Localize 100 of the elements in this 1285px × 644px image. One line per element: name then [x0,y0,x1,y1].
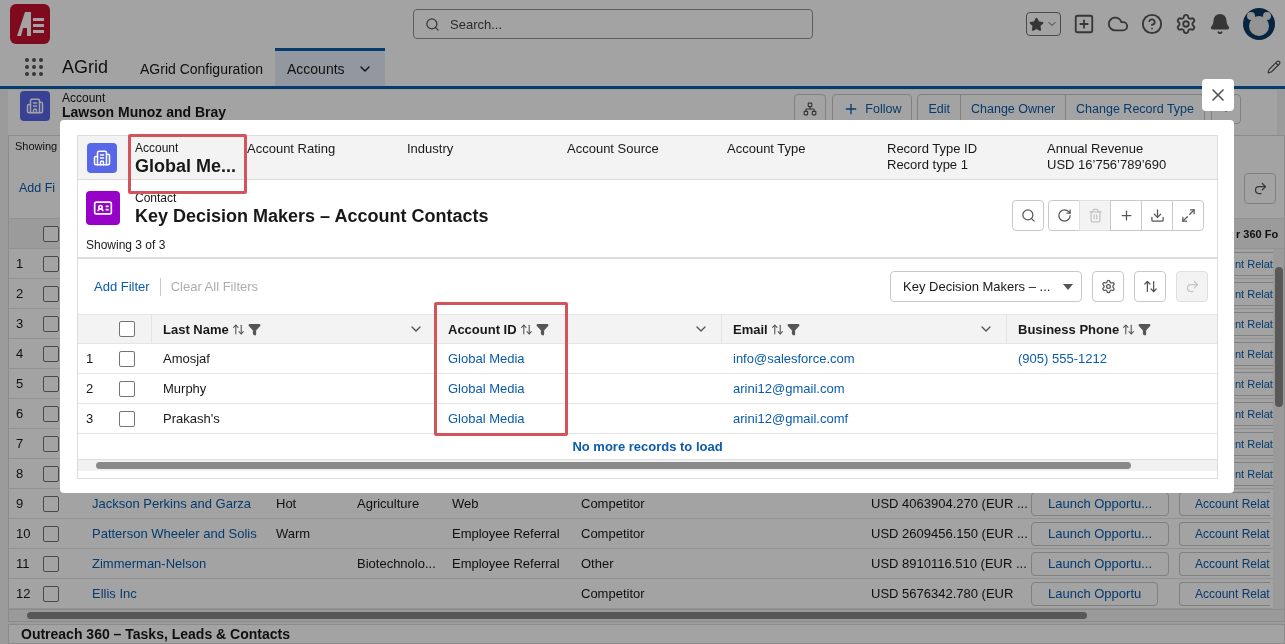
add-icon[interactable] [1073,13,1095,35]
row-action-button[interactable]: nt Relat [1234,281,1274,306]
edit-icon[interactable] [1267,60,1281,74]
row-action-button[interactable]: nt Relat [1234,341,1274,366]
filter-icon[interactable] [247,322,261,336]
table-cell-text: Prakash's [162,411,221,426]
settings-button[interactable] [1092,271,1124,302]
checkbox[interactable] [43,585,59,602]
row-action-button[interactable]: nt Relat [1234,311,1274,336]
record-count: Showing 3 of 3 [86,237,167,254]
checkbox[interactable] [43,405,59,422]
add-filter-link[interactable]: Add Fi [19,181,56,195]
filter-icon[interactable] [786,322,800,336]
filter-icon[interactable] [1138,322,1152,336]
checkbox[interactable] [43,285,59,302]
record-count: Showing [15,140,58,152]
nav-tab[interactable]: Accounts [274,48,385,86]
plus-icon [1118,207,1134,223]
checkbox[interactable] [43,255,59,272]
help-icon[interactable] [1141,13,1163,35]
cell-link[interactable]: (905) 555-1212 [1006,351,1217,366]
column-header[interactable]: Email [721,315,1006,343]
launch-button[interactable]: Launch Opportu [1031,581,1159,606]
caret-icon [1063,283,1073,290]
row-action-button[interactable]: nt Relat [1234,251,1274,276]
search-field[interactable]: Search... [413,9,813,39]
checkbox[interactable] [119,321,135,337]
checkbox[interactable] [43,345,59,362]
row-action-button[interactable]: Account Relat [1179,551,1270,576]
cell-link[interactable]: info@salesforce.com [721,351,1006,366]
filter-icon[interactable] [535,322,549,336]
cell-link[interactable]: arini12@gmail.com [721,381,1006,396]
redo-button[interactable] [1244,172,1276,204]
checkbox[interactable] [43,375,59,392]
sort-icon[interactable] [1122,322,1136,336]
row-number: 1 [85,351,95,366]
launch-button[interactable]: Launch Opportu... [1031,491,1170,516]
row-number: 5 [15,376,25,391]
scrollbar[interactable] [1273,249,1284,609]
close-button[interactable] [1202,79,1234,111]
download-button[interactable] [1141,199,1173,231]
field-label: Account Rating [247,141,337,157]
avatar[interactable] [1243,8,1275,40]
favorites-button[interactable] [1026,12,1061,36]
sort-icon[interactable] [231,322,245,336]
account-link[interactable]: Zimmerman-Nelson [84,556,268,571]
checkbox[interactable] [43,525,59,542]
nav-tab[interactable]: AGrid Configuration [128,48,275,86]
checkbox[interactable] [43,495,59,512]
row-action-button[interactable]: nt Relat [1234,461,1274,486]
table-cell-text: USD 5676342.780 (EUR [870,586,1015,601]
checkbox[interactable] [119,410,135,427]
table-cell-text: Web [451,496,480,511]
row-number: 6 [15,406,25,421]
checkbox[interactable] [43,465,59,482]
launch-button[interactable]: Launch Opportu... [1031,551,1170,576]
app-logo[interactable] [10,4,50,44]
checkbox[interactable] [43,225,59,242]
field-label: Industry [407,141,455,157]
row-number: 2 [15,286,25,301]
scrollbar[interactable] [78,459,1217,471]
row-number: 7 [15,436,25,451]
checkbox[interactable] [43,435,59,452]
table-cell-text: Competitor [580,526,646,541]
account-link[interactable]: Ellis Inc [84,586,268,601]
launch-button[interactable]: Launch Opportu... [1031,521,1170,546]
row-number: 4 [15,346,25,361]
object-type: Account [62,91,107,105]
app-name: AGrid [62,56,108,78]
search-button[interactable] [1012,199,1044,231]
checkbox[interactable] [43,315,59,332]
row-action-button[interactable]: nt Relat [1234,431,1274,456]
row-action-button[interactable]: nt Relat [1234,371,1274,396]
column-header[interactable]: Business Phone [1006,315,1217,343]
row-action-button[interactable]: Account Relat [1179,581,1270,606]
sort-icon[interactable] [519,322,533,336]
add-filter-link[interactable]: Add Filter [94,279,150,294]
row-action-button[interactable]: Account Relat [1179,521,1270,546]
expand-button[interactable] [1172,199,1204,231]
checkbox[interactable] [119,380,135,397]
sort-button[interactable] [1134,271,1166,302]
settings-icon[interactable] [1175,13,1197,35]
row-action-button[interactable]: Account Relat [1179,491,1270,516]
table-cell-text: Other [580,556,615,571]
account-link[interactable]: Jackson Perkins and Garza [84,496,268,511]
bell-icon[interactable] [1209,13,1231,35]
account-link[interactable]: Patterson Wheeler and Solis [84,526,268,541]
column-header[interactable]: Last Name [151,315,436,343]
app-launcher-icon[interactable] [22,55,46,79]
view-select[interactable]: Key Decision Makers – ... [890,271,1082,302]
field-value: USD 16’756’789’690 [1047,157,1168,173]
scrollbar[interactable] [9,609,1284,621]
row-action-button[interactable]: nt Relat [1234,401,1274,426]
refresh-button[interactable] [1048,199,1080,231]
column-header[interactable]: r 360 Fo [1236,227,1284,240]
checkbox[interactable] [119,350,135,367]
checkbox[interactable] [43,555,59,572]
cell-link[interactable]: arini12@gmail.comf [721,411,1006,426]
sort-icon[interactable] [770,322,784,336]
field-label: Record Type ID [887,141,979,157]
